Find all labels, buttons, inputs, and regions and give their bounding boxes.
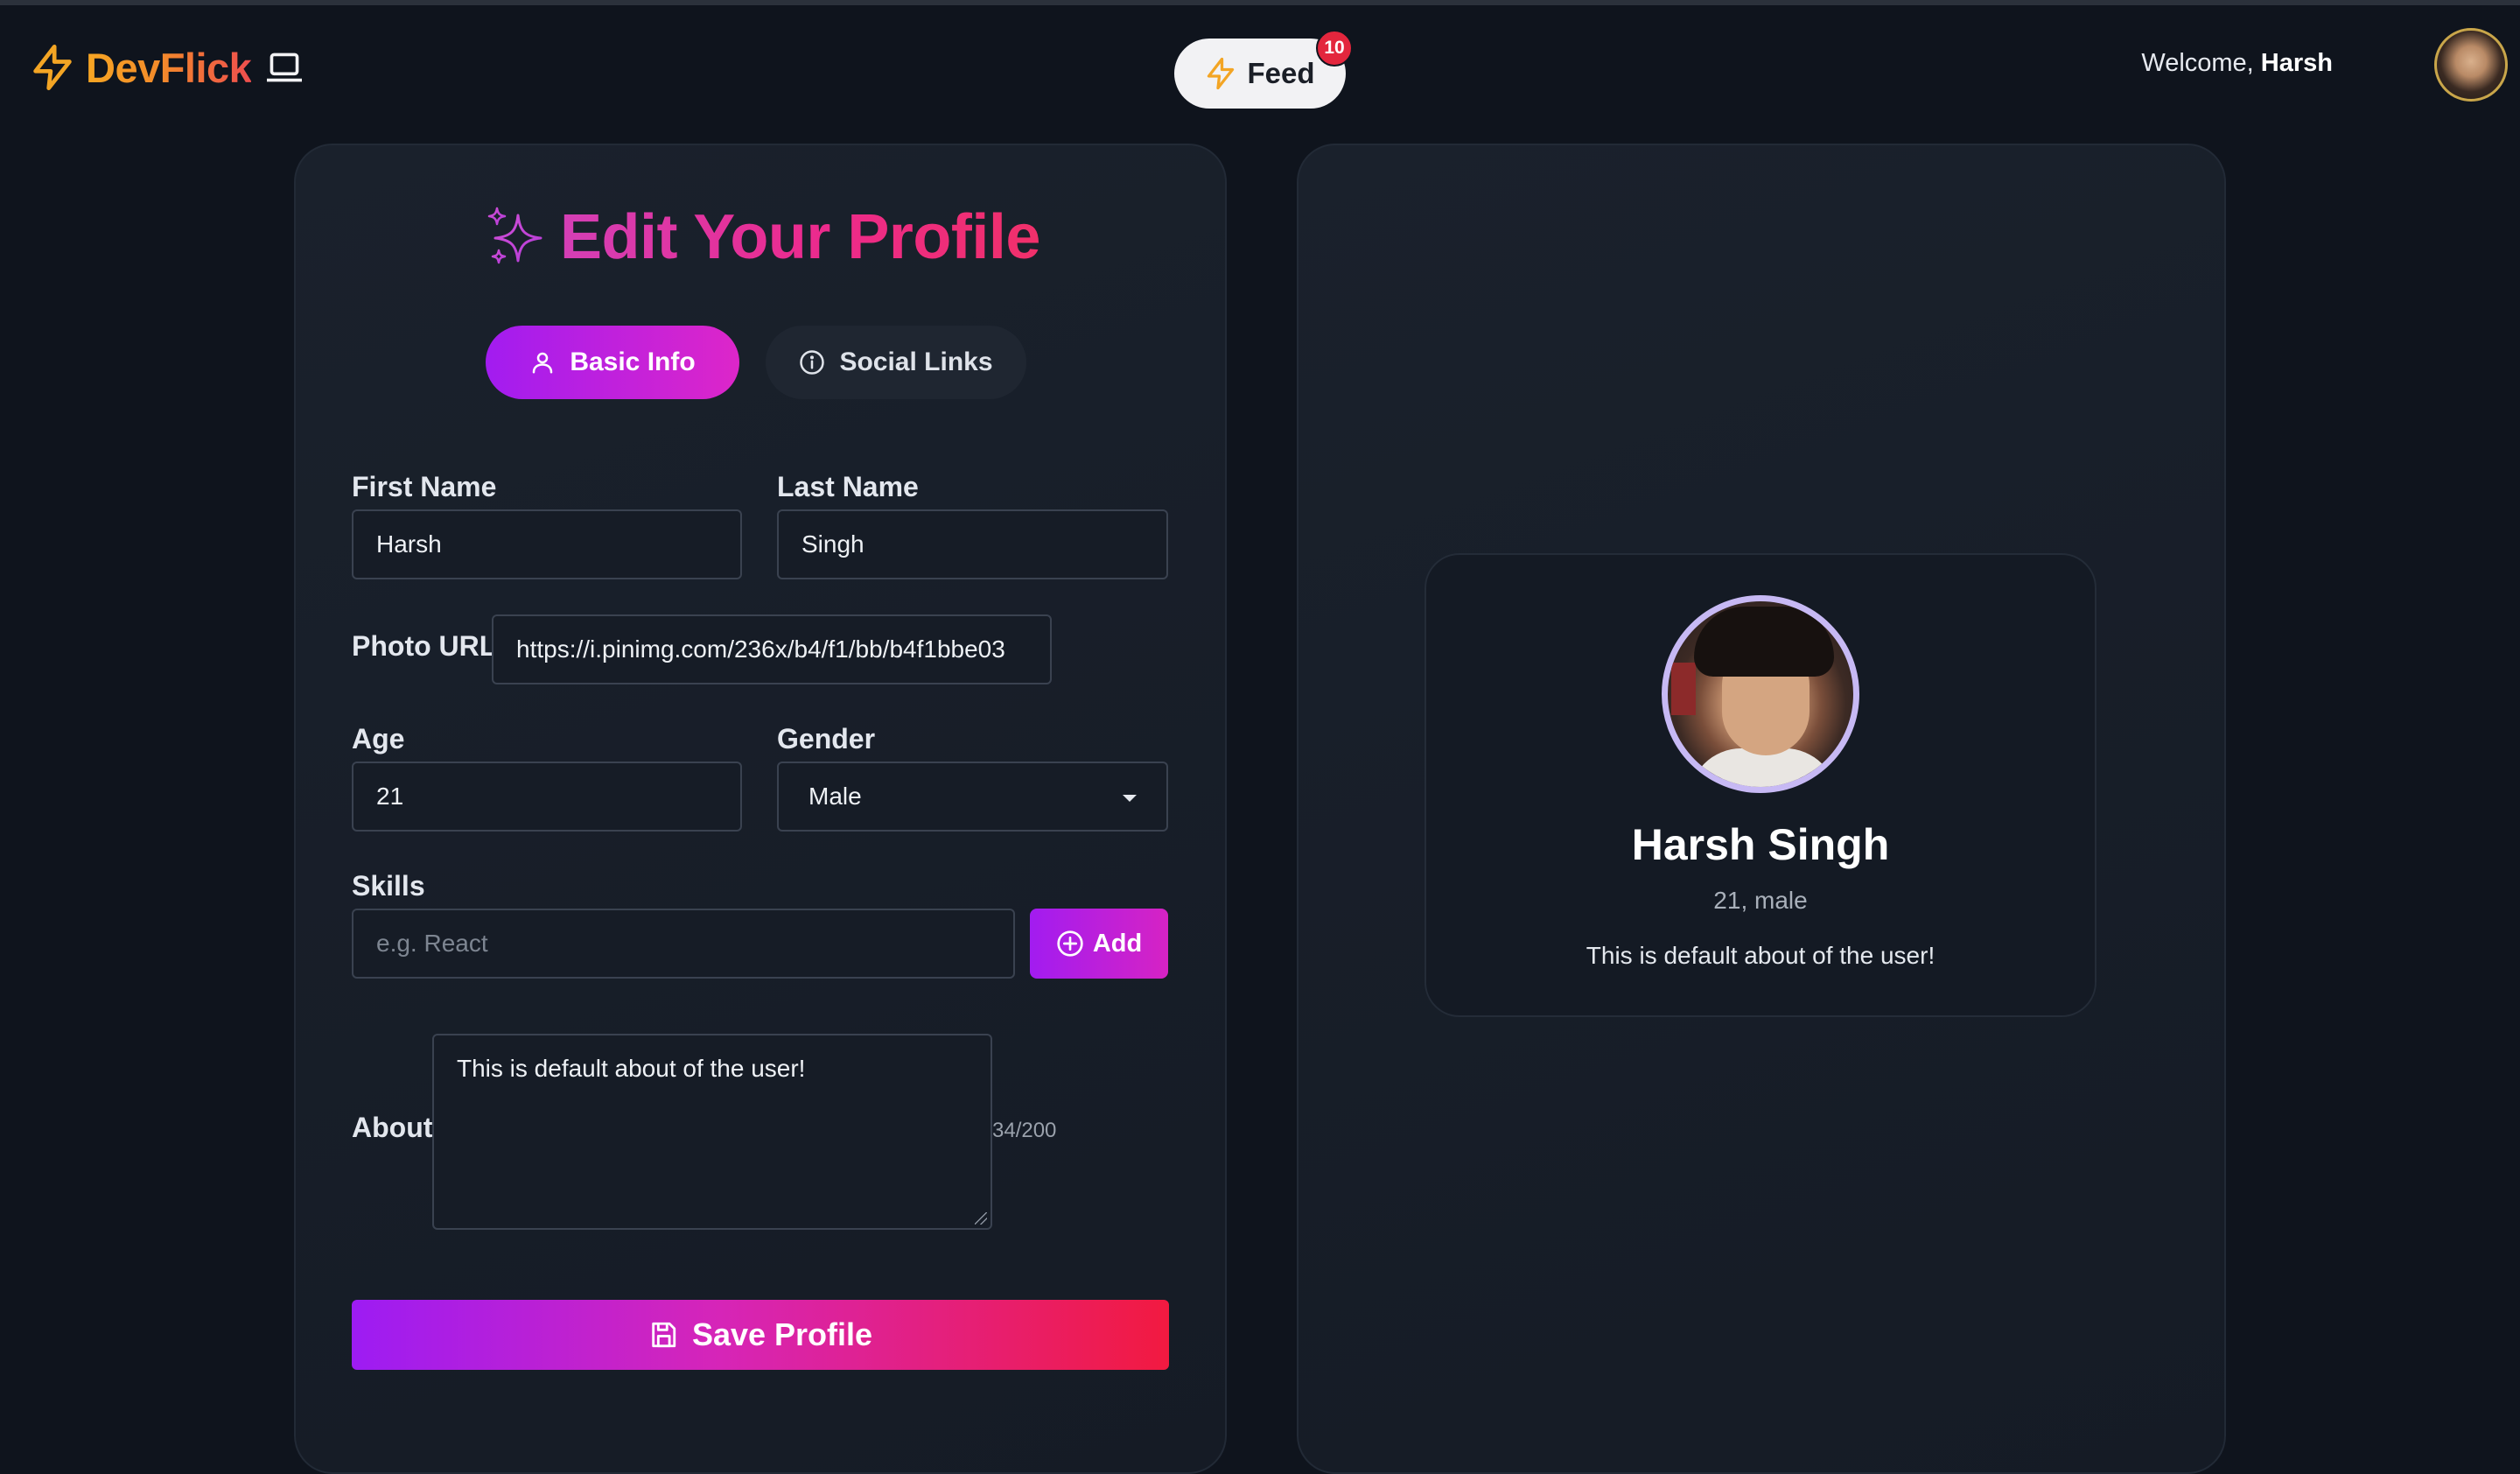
tab-basic-info[interactable]: Basic Info xyxy=(486,326,739,399)
save-icon xyxy=(648,1320,678,1350)
chevron-down-icon xyxy=(1123,795,1137,802)
age-input[interactable]: 21 xyxy=(352,762,742,832)
laptop-icon xyxy=(262,50,304,85)
info-icon xyxy=(799,349,825,376)
brand-name: DevFlick xyxy=(86,44,252,91)
welcome-prefix: Welcome, xyxy=(2141,49,2254,77)
title-text: Edit Your Profile xyxy=(560,202,1040,272)
save-profile-label: Save Profile xyxy=(691,1316,873,1352)
about-label: About xyxy=(352,1112,433,1143)
skills-input[interactable]: e.g. React xyxy=(352,909,1015,979)
gender-label: Gender xyxy=(777,723,876,755)
page-title: Edit Your Profile xyxy=(486,198,1040,277)
skills-label: Skills xyxy=(352,870,425,902)
profile-about: This is default about of the user! xyxy=(1586,942,1936,969)
user-avatar[interactable] xyxy=(2434,28,2508,102)
photo-url-input[interactable]: https://i.pinimg.com/236x/b4/f1/bb/b4f1b… xyxy=(492,614,1052,684)
about-char-counter: 34/200 xyxy=(992,1119,1057,1142)
first-name-input[interactable]: Harsh xyxy=(352,509,742,579)
profile-photo xyxy=(1662,595,1859,793)
resize-handle[interactable] xyxy=(975,1212,987,1225)
profile-name: Harsh Singh xyxy=(1631,820,1890,869)
last-name-input[interactable]: Singh xyxy=(777,509,1168,579)
plus-circle-icon xyxy=(1056,930,1084,958)
add-skill-label: Add xyxy=(1092,929,1143,958)
user-icon xyxy=(529,349,556,376)
add-skill-button[interactable]: Add xyxy=(1030,909,1168,979)
gender-selected-value: Male xyxy=(808,783,862,810)
about-text: This is default about of the user! xyxy=(457,1055,806,1082)
profile-age-gender: 21, male xyxy=(1713,887,1808,914)
tab-social-links-label: Social Links xyxy=(839,347,993,376)
lightning-icon xyxy=(1205,56,1236,91)
feed-label: Feed xyxy=(1247,57,1315,89)
brand-logo[interactable]: DevFlick xyxy=(30,37,304,98)
welcome-text: Welcome, Harsh xyxy=(2141,49,2333,78)
save-profile-button[interactable]: Save Profile xyxy=(352,1300,1169,1370)
profile-tabs: Basic Info Social Links xyxy=(486,326,1026,399)
notification-badge: 10 xyxy=(1316,30,1353,67)
gender-select[interactable]: Male xyxy=(777,762,1168,832)
welcome-username: Harsh xyxy=(2260,49,2333,77)
tab-basic-info-label: Basic Info xyxy=(570,347,696,376)
sparkles-icon xyxy=(486,207,544,268)
last-name-label: Last Name xyxy=(777,471,919,502)
lightning-icon xyxy=(30,43,75,92)
tab-social-links[interactable]: Social Links xyxy=(766,326,1026,399)
navbar: DevFlick Feed 10 Welcome, Harsh xyxy=(0,5,2520,121)
photo-url-label: Photo URL xyxy=(352,630,497,662)
age-label: Age xyxy=(352,723,405,755)
about-textarea[interactable]: This is default about of the user! xyxy=(432,1034,992,1230)
first-name-label: First Name xyxy=(352,471,497,502)
